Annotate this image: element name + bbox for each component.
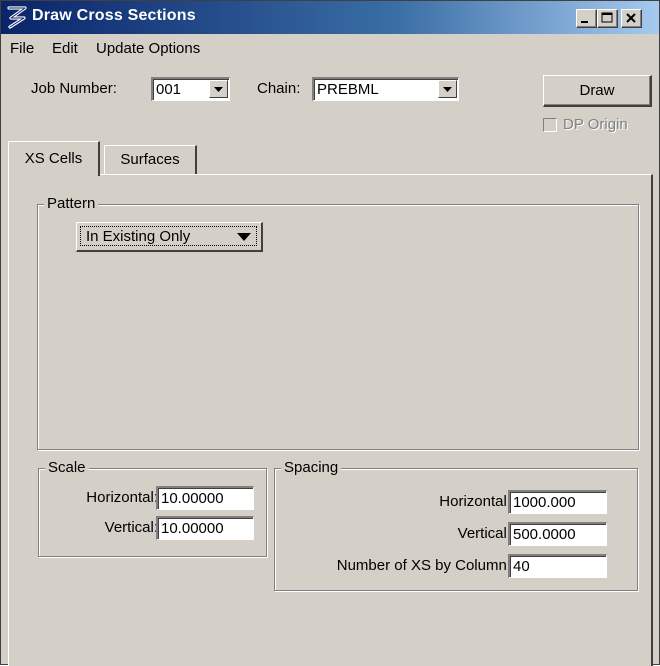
tab-surfaces[interactable]: Surfaces bbox=[104, 145, 197, 174]
pattern-group: Pattern In Existing Only bbox=[37, 195, 639, 450]
menu-edit[interactable]: Edit bbox=[52, 40, 78, 57]
close-button[interactable] bbox=[621, 9, 642, 28]
chain-combo[interactable]: PREBML bbox=[312, 77, 459, 101]
xs-cells-tab-panel: Pattern In Existing Only Scale Horizonta… bbox=[8, 174, 653, 666]
chevron-down-icon bbox=[214, 87, 223, 92]
spacing-horizontal-label: Horizontal: bbox=[439, 493, 511, 510]
scale-horizontal-input[interactable]: 10.00000 bbox=[156, 486, 254, 510]
dp-origin-checkbox[interactable] bbox=[543, 118, 557, 132]
close-icon bbox=[626, 13, 636, 23]
dp-origin-label: DP Origin bbox=[563, 116, 628, 133]
chain-value: PREBML bbox=[317, 81, 379, 98]
triangle-down-icon bbox=[237, 233, 251, 241]
spacing-vertical-label: Vertical: bbox=[457, 525, 511, 542]
chain-dropdown-button[interactable] bbox=[438, 80, 457, 98]
job-number-value: 001 bbox=[156, 81, 182, 98]
draw-button[interactable]: Draw bbox=[543, 75, 652, 107]
scale-group-title: Scale bbox=[45, 459, 89, 476]
window-title: Draw Cross Sections bbox=[32, 7, 196, 24]
scale-vertical-label: Vertical: bbox=[104, 519, 158, 536]
app-logo-icon bbox=[7, 6, 27, 29]
scale-horizontal-label: Horizontal: bbox=[86, 489, 158, 506]
menu-update-options[interactable]: Update Options bbox=[96, 40, 200, 57]
title-bar[interactable]: Draw Cross Sections bbox=[1, 1, 659, 34]
draw-cross-sections-window: Draw Cross Sections File Edit Update Opt… bbox=[0, 0, 660, 666]
chevron-down-icon bbox=[443, 87, 452, 92]
xs-by-column-label: Number of XS by Column: bbox=[336, 557, 511, 574]
menu-file[interactable]: File bbox=[10, 40, 34, 57]
spacing-group-title: Spacing bbox=[281, 459, 342, 476]
spacing-group: Spacing Horizontal: 1000.000 Vertical: 5… bbox=[274, 459, 638, 591]
menu-bar: File Edit Update Options bbox=[1, 36, 659, 61]
xs-by-column-input[interactable]: 40 bbox=[508, 554, 607, 578]
pattern-selected-value: In Existing Only bbox=[86, 228, 191, 245]
minimize-button[interactable] bbox=[576, 9, 597, 28]
chain-label: Chain: bbox=[257, 80, 301, 97]
job-number-dropdown-button[interactable] bbox=[209, 80, 228, 98]
tab-xs-cells[interactable]: XS Cells bbox=[8, 141, 100, 176]
job-number-combo[interactable]: 001 bbox=[151, 77, 230, 101]
job-number-label: Job Number: bbox=[31, 80, 117, 97]
minimize-icon bbox=[581, 21, 588, 23]
pattern-dropdown[interactable]: In Existing Only bbox=[76, 222, 263, 252]
pattern-group-title: Pattern bbox=[44, 195, 99, 212]
maximize-icon bbox=[601, 12, 613, 23]
spacing-horizontal-input[interactable]: 1000.000 bbox=[508, 490, 607, 514]
spacing-vertical-input[interactable]: 500.0000 bbox=[508, 522, 607, 546]
maximize-button[interactable] bbox=[597, 9, 618, 28]
scale-group: Scale Horizontal: 10.00000 Vertical: 10.… bbox=[38, 459, 267, 557]
scale-vertical-input[interactable]: 10.00000 bbox=[156, 516, 254, 540]
